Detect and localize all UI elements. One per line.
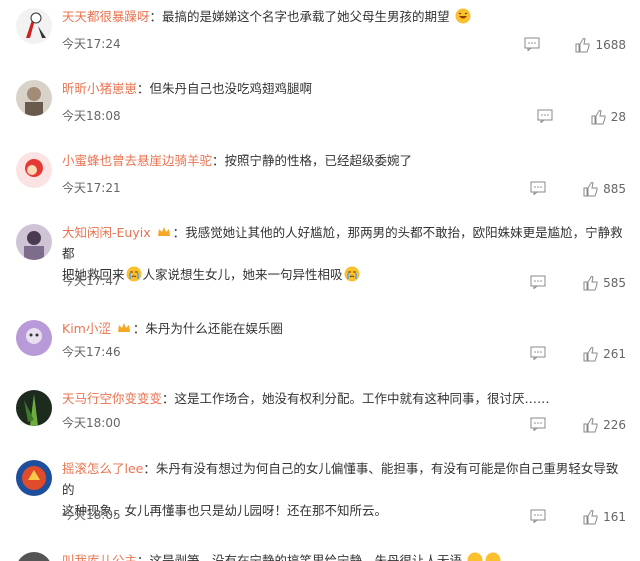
comment-item: 天天都很暴躁呀：最搞的是娣娣这个名字也承载了她父母生男孩的期望 今天17:24 … [0,4,640,64]
username-link[interactable]: 天马行空你变变变 [62,391,162,406]
avatar[interactable] [16,320,52,356]
like-count: 28 [610,110,626,124]
comment-time: 今天17:46 [62,345,121,359]
comment-item: 叫我库儿公主：这是剥笋，没有在宁静的搞笑里给宁静，朱丹很让人无语 [0,548,640,561]
comment-time: 今天18:00 [62,416,121,430]
comment-item: Kim小涩 ：朱丹为什么还能在娱乐圈 今天17:46 261 [0,316,640,376]
reply-icon[interactable] [530,275,546,289]
avatar[interactable] [16,224,52,260]
like-button[interactable]: 261 [583,346,626,362]
like-count: 226 [603,418,626,432]
like-button[interactable]: 885 [583,181,626,197]
avatar[interactable] [16,460,52,496]
username-link[interactable]: Kim小涩 [62,321,111,336]
comment-text: 昕昕小猪崽崽：但朱丹自己也没吃鸡翅鸡腿啊 [62,81,313,96]
like-count: 261 [603,347,626,361]
avatar[interactable] [16,80,52,116]
avatar[interactable] [16,8,52,44]
like-button[interactable]: 585 [583,275,626,291]
thumbs-up-icon [583,510,598,525]
comment-text: Kim小涩 ：朱丹为什么还能在娱乐圈 [62,321,283,336]
reply-icon[interactable] [530,346,546,360]
comment-item: 大知闲闲-Euyix ：我感觉她让其他的人好尴尬，那两男的头都不敢抬，欧阳姝妹更… [0,220,640,298]
comment-time: 今天17:47 [62,274,121,288]
comment-text: 小蜜蜂也曾去悬崖边骑羊驼：按照宁静的性格，已经超级委婉了 [62,153,413,168]
avatar[interactable] [16,152,52,188]
comment-time: 今天17:24 [62,37,121,51]
laugh-emoji-icon [485,552,501,561]
comment-time: 今天17:21 [62,181,121,195]
username-link[interactable]: 昕昕小猪崽崽 [62,81,137,96]
like-count: 161 [603,510,626,524]
laugh-emoji-icon [455,8,471,24]
username-link[interactable]: 大知闲闲-Euyix [62,225,151,240]
thumbs-up-icon [583,418,598,433]
like-button[interactable]: 226 [583,417,626,433]
comment-item: 昕昕小猪崽崽：但朱丹自己也没吃鸡翅鸡腿啊 今天18:08 28 [0,76,640,136]
comment-item: 小蜜蜂也曾去悬崖边骑羊驼：按照宁静的性格，已经超级委婉了 今天17:21 885 [0,148,640,208]
reply-icon[interactable] [530,181,546,195]
like-button[interactable]: 1688 [575,37,626,53]
like-button[interactable]: 161 [583,509,626,525]
username-link[interactable]: 叫我库儿公主 [62,553,137,561]
comment-item: 摇滚怎么了lee：朱丹有没有想过为何自己的女儿偏懂事、能担事，有没有可能是你自己… [0,456,640,536]
crying-emoji-icon [344,266,360,282]
crown-badge-icon [157,227,170,236]
thumbs-up-icon [583,276,598,291]
username-link[interactable]: 摇滚怎么了lee [62,461,143,476]
comment-item: 天马行空你变变变：这是工作场合，她没有权利分配。工作中就有这种同事，很讨厌…… … [0,386,640,446]
comment-text: 天天都很暴躁呀：最搞的是娣娣这个名字也承载了她父母生男孩的期望 [62,6,628,27]
thumbs-up-icon [575,38,590,53]
laugh-emoji-icon [467,552,483,561]
reply-icon[interactable] [524,37,540,51]
like-count: 585 [603,276,626,290]
comment-text: 天马行空你变变变：这是工作场合，她没有权利分配。工作中就有这种同事，很讨厌…… [62,391,550,406]
username-link[interactable]: 小蜜蜂也曾去悬崖边骑羊驼 [62,153,212,168]
username-link[interactable]: 天天都很暴躁呀 [62,9,150,24]
reply-icon[interactable] [530,417,546,431]
comment-time: 今天18:08 [62,109,121,123]
crown-badge-icon [117,323,130,332]
reply-icon[interactable] [530,509,546,523]
avatar[interactable] [16,390,52,426]
thumbs-up-icon [583,182,598,197]
thumbs-up-icon [591,110,606,125]
comment-text: 叫我库儿公主：这是剥笋，没有在宁静的搞笑里给宁静，朱丹很让人无语 [62,550,628,561]
thumbs-up-icon [583,347,598,362]
comment-feed: 天天都很暴躁呀：最搞的是娣娣这个名字也承载了她父母生男孩的期望 今天17:24 … [0,0,640,561]
like-count: 1688 [595,38,626,52]
reply-icon[interactable] [537,109,553,123]
crying-emoji-icon [126,266,142,282]
comment-time: 今天18:05 [62,508,121,522]
like-count: 885 [603,182,626,196]
like-button[interactable]: 28 [591,109,626,125]
avatar[interactable] [16,552,52,561]
